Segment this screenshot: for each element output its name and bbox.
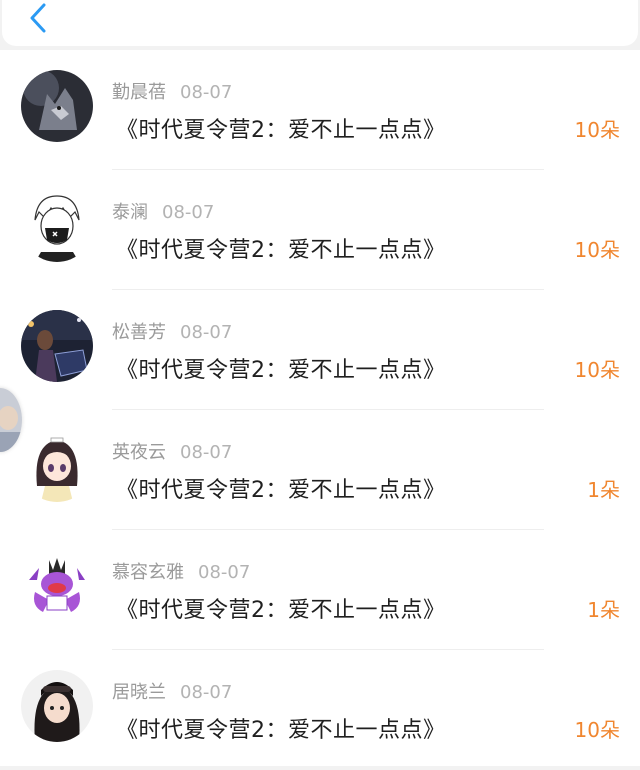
record-date: 08-07 xyxy=(198,562,251,583)
flower-count: 10朵 xyxy=(574,238,620,262)
flower-count: 1朵 xyxy=(587,478,620,502)
sender-name[interactable]: 勤晨蓓 08-07 xyxy=(112,78,232,104)
record-date: 08-07 xyxy=(162,202,215,223)
sender-name[interactable]: 松善芳 08-07 xyxy=(112,318,232,344)
gift-title: 《时代夏令营2：爱不止一点点》 xyxy=(116,478,446,503)
record-date: 08-07 xyxy=(180,82,233,103)
sender-name[interactable]: 泰澜 08-07 xyxy=(112,198,214,224)
list-item[interactable]: 勤晨蓓 08-07 《时代夏令营2：爱不止一点点》 10朵 xyxy=(0,50,640,170)
list-item[interactable]: 英夜云 08-07 《时代夏令营2：爱不止一点点》 1朵 xyxy=(0,410,640,530)
back-button[interactable] xyxy=(20,0,56,36)
sender-name[interactable]: 慕容玄雅 08-07 xyxy=(112,558,250,584)
avatar[interactable] xyxy=(21,430,93,502)
gift-title: 《时代夏令营2：爱不止一点点》 xyxy=(116,238,446,263)
flower-count: 1朵 xyxy=(587,598,620,622)
flower-count: 10朵 xyxy=(574,358,620,382)
girl-photo-avatar-icon xyxy=(21,670,93,742)
avatar[interactable] xyxy=(21,190,93,262)
top-bar xyxy=(2,0,638,46)
sender-name[interactable]: 英夜云 08-07 xyxy=(112,438,232,464)
purple-monster-avatar-icon xyxy=(21,550,93,622)
anime-girl-avatar-icon xyxy=(21,430,93,502)
gift-title: 《时代夏令营2：爱不止一点点》 xyxy=(116,718,446,743)
masked-anime-avatar-icon xyxy=(21,190,93,262)
gift-title: 《时代夏令营2：爱不止一点点》 xyxy=(116,118,446,143)
list-item[interactable]: 慕容玄雅 08-07 《时代夏令营2：爱不止一点点》 1朵 xyxy=(0,530,640,650)
sender-name[interactable]: 居晓兰 08-07 xyxy=(112,678,232,704)
wolf-avatar-icon xyxy=(21,70,93,142)
record-date: 08-07 xyxy=(180,682,233,703)
avatar[interactable] xyxy=(21,310,93,382)
gift-title: 《时代夏令营2：爱不止一点点》 xyxy=(116,598,446,623)
avatar[interactable] xyxy=(21,70,93,142)
list-item[interactable]: 居晓兰 08-07 《时代夏令营2：爱不止一点点》 10朵 xyxy=(0,650,640,770)
flower-count: 10朵 xyxy=(574,718,620,742)
gift-title: 《时代夏令营2：爱不止一点点》 xyxy=(116,358,446,383)
avatar[interactable] xyxy=(21,550,93,622)
chevron-left-icon xyxy=(30,3,46,33)
record-date: 08-07 xyxy=(180,442,233,463)
avatar[interactable] xyxy=(21,670,93,742)
gift-record-list: 勤晨蓓 08-07 《时代夏令营2：爱不止一点点》 10朵 泰澜 08-07 《时代… xyxy=(0,50,640,766)
list-item[interactable]: 泰澜 08-07 《时代夏令营2：爱不止一点点》 10朵 xyxy=(0,170,640,290)
night-photo-avatar-icon xyxy=(21,310,93,382)
record-date: 08-07 xyxy=(180,322,233,343)
flower-count: 10朵 xyxy=(574,118,620,142)
list-item[interactable]: 松善芳 08-07 《时代夏令营2：爱不止一点点》 10朵 xyxy=(0,290,640,410)
